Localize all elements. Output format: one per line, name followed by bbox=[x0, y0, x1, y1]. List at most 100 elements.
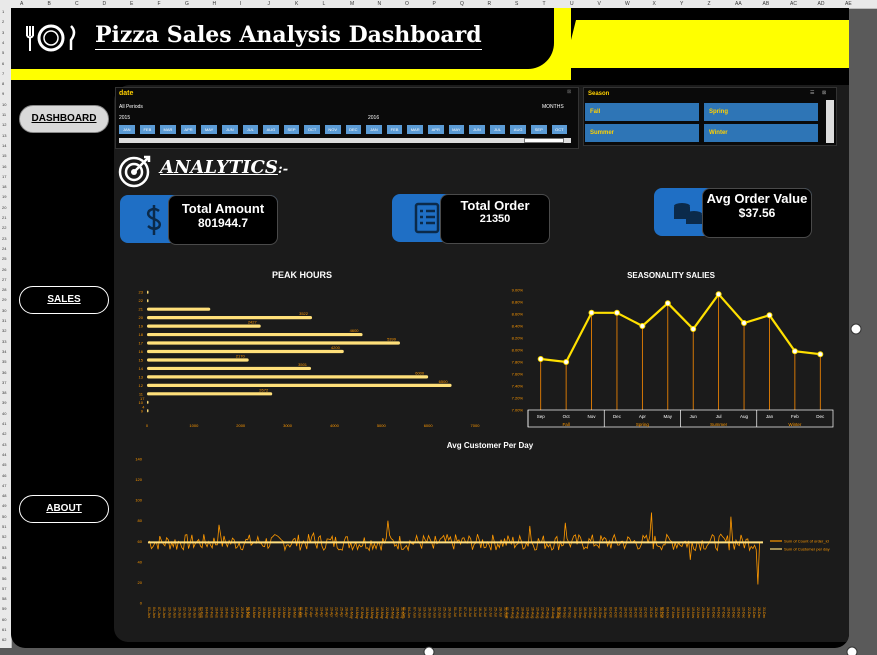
season-item-summer[interactable]: Summer bbox=[585, 124, 699, 142]
season-slicer[interactable]: Season ☰ ⊠ Fall Spring Summer Winter bbox=[583, 87, 837, 146]
month-tile[interactable]: SEP bbox=[531, 125, 547, 134]
y-tick-label: 19 bbox=[139, 324, 144, 329]
level-dropdown[interactable]: MONTHS bbox=[542, 104, 564, 110]
column-header-label: R bbox=[487, 1, 492, 7]
month-tile[interactable]: MAY bbox=[448, 125, 465, 134]
x-tick-label: 22-Sep bbox=[593, 607, 597, 618]
scrollbar-thumb[interactable] bbox=[524, 138, 564, 143]
x-tick-label: 10-Oct bbox=[623, 607, 627, 618]
x-tick-label: 16-Apr bbox=[324, 607, 328, 618]
clear-filter-icon[interactable]: ⊠ bbox=[567, 89, 571, 95]
month-tile[interactable]: FEB bbox=[139, 125, 156, 134]
row-header-label: 32 bbox=[2, 328, 7, 334]
bar bbox=[147, 375, 429, 379]
data-point bbox=[664, 300, 671, 307]
bar bbox=[147, 400, 149, 404]
dashboard-sheet: Pizza Sales Analysis Dashboard DASHBOARD… bbox=[11, 8, 849, 648]
month-tile[interactable]: JAN bbox=[119, 125, 135, 134]
clear-filter-icon[interactable]: ⊠ bbox=[822, 90, 826, 96]
x-tick-label: 01-Aug bbox=[505, 607, 509, 618]
x-tick-label: 13-Nov bbox=[681, 607, 685, 619]
month-tile[interactable]: AUG bbox=[510, 125, 526, 134]
month-tile[interactable]: DEC bbox=[345, 125, 362, 134]
bar bbox=[147, 341, 400, 345]
header-accent-block bbox=[564, 20, 849, 68]
column-header-label: E bbox=[130, 1, 134, 7]
x-tick-label: 04-May bbox=[355, 607, 359, 619]
y-tick-label: 8.80% bbox=[512, 300, 524, 305]
x-tick-label: 01-Mar bbox=[247, 607, 251, 619]
month-tile[interactable]: MAR bbox=[407, 125, 423, 134]
month-tile[interactable]: MAY bbox=[201, 125, 217, 134]
nav-about-button[interactable]: ABOUT bbox=[19, 495, 109, 523]
month-tile[interactable]: OCT bbox=[304, 125, 320, 134]
month-tile[interactable]: JUN bbox=[469, 125, 485, 134]
y-tick-label: 18 bbox=[139, 332, 144, 337]
x-tick-label: 28-Mar bbox=[292, 607, 296, 619]
row-header-label: 50 bbox=[2, 513, 7, 519]
x-tick-label: 6000 bbox=[424, 423, 434, 428]
data-label: 5399 bbox=[387, 337, 397, 342]
nav-dashboard-button[interactable]: DASHBOARD bbox=[19, 105, 109, 133]
month-tile[interactable]: APR bbox=[428, 125, 444, 134]
x-tick-label: 7000 bbox=[471, 423, 481, 428]
x-tick-label: 28-Jul bbox=[498, 607, 502, 617]
season-item-winter[interactable]: Winter bbox=[704, 124, 818, 142]
season-item-spring[interactable]: Spring bbox=[704, 103, 818, 121]
resize-handle[interactable] bbox=[849, 322, 863, 336]
date-timeline-slicer[interactable]: date All Periods MONTHS 2015 2016 JAN FEB… bbox=[115, 87, 579, 149]
y-tick-label: 8.00% bbox=[512, 348, 524, 353]
month-tile[interactable]: OCT bbox=[551, 125, 568, 134]
month-tile[interactable]: SEP bbox=[283, 125, 300, 134]
month-tile[interactable]: JAN bbox=[366, 125, 382, 134]
month-tile[interactable]: MAR bbox=[160, 125, 176, 134]
row-header-label: 4 bbox=[2, 39, 5, 45]
row-header-label: 26 bbox=[2, 266, 7, 272]
row-header-label: 55 bbox=[2, 565, 7, 571]
month-tile[interactable]: APR bbox=[180, 125, 197, 134]
month-tile[interactable]: JUN bbox=[222, 125, 238, 134]
month-tile[interactable]: JUL bbox=[242, 125, 259, 134]
x-tick-label: 19-Aug bbox=[536, 607, 540, 618]
x-tick-label: 19-Jan bbox=[177, 607, 181, 618]
x-tick-label: 10-Jul bbox=[468, 607, 472, 617]
x-tick-label: 01-Dec bbox=[711, 607, 715, 619]
x-tick-label: 16-Jul bbox=[478, 607, 482, 617]
kpi-card-total-order: Total Order 21350 bbox=[392, 194, 550, 244]
x-tick-label: 13-Mar bbox=[267, 607, 271, 619]
season-scrollbar[interactable] bbox=[826, 100, 834, 143]
x-tick-label: 10-Jan bbox=[162, 607, 166, 618]
column-header-label: B bbox=[47, 1, 51, 7]
data-label: 2170 bbox=[236, 353, 246, 358]
y-tick-label: 7.40% bbox=[512, 384, 524, 389]
data-label: 2427 bbox=[248, 320, 258, 325]
month-tile[interactable]: FEB bbox=[386, 125, 403, 134]
x-tick-label: Jan bbox=[766, 414, 774, 419]
row-header-label: 8 bbox=[2, 81, 5, 87]
month-tile[interactable]: AUG bbox=[263, 125, 279, 134]
resize-handle[interactable] bbox=[422, 645, 436, 655]
page-title: Pizza Sales Analysis Dashboard bbox=[95, 22, 482, 50]
x-tick-label: 25-Oct bbox=[649, 607, 653, 618]
data-label: 4600 bbox=[350, 328, 360, 333]
column-header-label: O bbox=[405, 1, 409, 7]
analytics-heading-text: ANALYTICS bbox=[160, 157, 278, 178]
column-header-label: H bbox=[212, 1, 217, 7]
x-tick-label: 04-Sep bbox=[563, 607, 567, 618]
season-item-fall[interactable]: Fall bbox=[585, 103, 699, 121]
target-icon bbox=[118, 155, 151, 188]
y-tick-label: 23 bbox=[139, 290, 144, 295]
x-tick-label: 25-Apr bbox=[340, 607, 344, 618]
timeline-scrollbar[interactable] bbox=[119, 138, 571, 143]
x-tick-label: Jun bbox=[690, 414, 698, 419]
column-header-label: K bbox=[295, 1, 299, 7]
nav-sales-button[interactable]: SALES bbox=[19, 286, 109, 314]
x-tick-label: 07-Jul bbox=[463, 607, 467, 617]
resize-handle[interactable] bbox=[845, 645, 859, 655]
row-header-label: 7 bbox=[2, 70, 5, 76]
month-tile[interactable]: JUL bbox=[489, 125, 506, 134]
month-tile[interactable]: NOV bbox=[325, 125, 341, 134]
multiselect-icon[interactable]: ☰ bbox=[810, 90, 814, 96]
x-tick-label: 04-Nov bbox=[666, 607, 670, 619]
coins-icon bbox=[674, 203, 702, 224]
